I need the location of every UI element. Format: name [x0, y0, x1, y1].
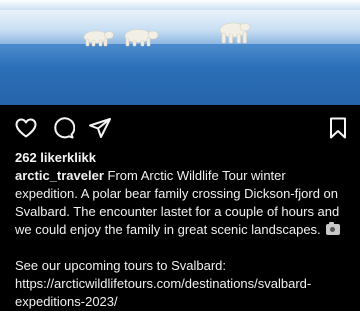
post-actions-bar: [0, 116, 360, 140]
likes-count[interactable]: 262 likerklikk: [15, 150, 96, 165]
share-icon[interactable]: [88, 116, 112, 140]
polar-bears-image: [83, 22, 251, 47]
post-caption: arctic_traveler From Arctic Wildlife Tou…: [15, 167, 351, 311]
polar-bear-2: [124, 29, 159, 47]
camera-flash-icon: [326, 222, 341, 235]
bookmark-icon[interactable]: [326, 116, 350, 140]
post-photo[interactable]: [0, 0, 360, 105]
heart-icon[interactable]: [14, 116, 38, 140]
comment-icon[interactable]: [51, 116, 75, 140]
tours-link[interactable]: See our upcoming tours to Svalbard: http…: [15, 258, 311, 309]
polar-bear-1: [83, 30, 114, 47]
polar-bear-3: [219, 22, 251, 44]
caption-username[interactable]: arctic_traveler: [15, 168, 104, 183]
